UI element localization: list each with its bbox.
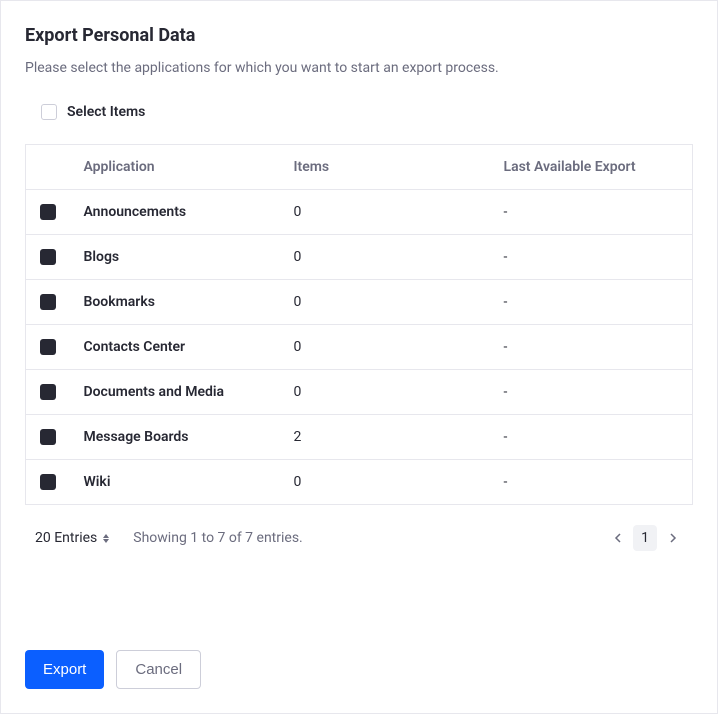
row-checkbox[interactable] — [40, 339, 56, 355]
row-last-export: - — [494, 190, 693, 235]
header-last-export: Last Available Export — [494, 145, 693, 190]
select-all-row: Select Items — [25, 104, 693, 120]
header-application: Application — [74, 145, 284, 190]
row-items: 0 — [284, 370, 494, 415]
row-application: Contacts Center — [74, 325, 284, 370]
table-row: Bookmarks 0 - — [26, 280, 693, 325]
row-last-export: - — [494, 460, 693, 505]
export-button[interactable]: Export — [25, 650, 104, 689]
row-last-export: - — [494, 235, 693, 280]
header-checkbox-col — [26, 145, 74, 190]
row-application: Documents and Media — [74, 370, 284, 415]
entries-per-page-selector[interactable]: 20 Entries — [35, 530, 109, 546]
row-application: Message Boards — [74, 415, 284, 460]
row-items: 0 — [284, 280, 494, 325]
applications-table: Application Items Last Available Export … — [25, 144, 693, 505]
row-checkbox[interactable] — [40, 204, 56, 220]
row-checkbox[interactable] — [40, 249, 56, 265]
row-checkbox[interactable] — [40, 429, 56, 445]
select-all-checkbox[interactable] — [41, 104, 57, 120]
page-title: Export Personal Data — [25, 25, 693, 46]
sort-icon — [103, 534, 109, 543]
row-application: Wiki — [74, 460, 284, 505]
chevron-left-icon — [614, 533, 621, 543]
next-page-button[interactable] — [663, 527, 683, 549]
previous-page-button[interactable] — [607, 527, 627, 549]
pagination-left: 20 Entries Showing 1 to 7 of 7 entries. — [35, 530, 303, 546]
pagination-right: 1 — [607, 525, 683, 551]
page-description: Please select the applications for which… — [25, 60, 693, 76]
row-checkbox[interactable] — [40, 294, 56, 310]
row-items: 2 — [284, 415, 494, 460]
row-application: Blogs — [74, 235, 284, 280]
pagination-bar: 20 Entries Showing 1 to 7 of 7 entries. … — [25, 525, 693, 551]
row-last-export: - — [494, 415, 693, 460]
row-checkbox[interactable] — [40, 384, 56, 400]
row-last-export: - — [494, 280, 693, 325]
row-items: 0 — [284, 460, 494, 505]
table-row: Contacts Center 0 - — [26, 325, 693, 370]
action-buttons: Export Cancel — [25, 650, 201, 689]
table-row: Documents and Media 0 - — [26, 370, 693, 415]
row-application: Bookmarks — [74, 280, 284, 325]
row-items: 0 — [284, 235, 494, 280]
table-row: Blogs 0 - — [26, 235, 693, 280]
table-row: Announcements 0 - — [26, 190, 693, 235]
row-last-export: - — [494, 370, 693, 415]
row-last-export: - — [494, 325, 693, 370]
row-checkbox[interactable] — [40, 474, 56, 490]
showing-entries-text: Showing 1 to 7 of 7 entries. — [133, 530, 302, 546]
row-items: 0 — [284, 190, 494, 235]
entries-label: 20 Entries — [35, 530, 97, 546]
page-number-current[interactable]: 1 — [633, 525, 657, 551]
export-personal-data-panel: Export Personal Data Please select the a… — [0, 0, 718, 714]
row-application: Announcements — [74, 190, 284, 235]
chevron-right-icon — [670, 533, 677, 543]
header-items: Items — [284, 145, 494, 190]
select-all-label: Select Items — [67, 104, 145, 120]
row-items: 0 — [284, 325, 494, 370]
table-row: Message Boards 2 - — [26, 415, 693, 460]
table-row: Wiki 0 - — [26, 460, 693, 505]
cancel-button[interactable]: Cancel — [116, 650, 201, 689]
